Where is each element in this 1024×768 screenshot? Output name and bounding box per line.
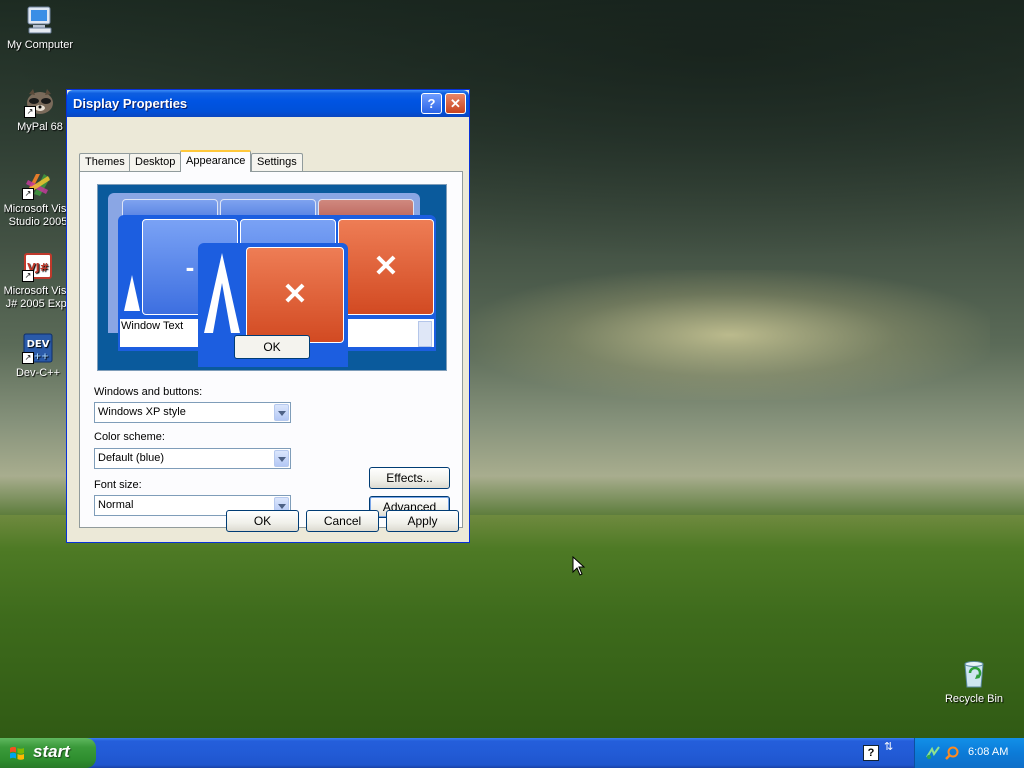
desktop-icon-label: My Computer — [6, 39, 74, 51]
chevron-down-icon[interactable] — [274, 404, 289, 421]
display-properties-window: Display Properties ? ✕ Themes Desktop Ap… — [66, 89, 470, 543]
color-scheme-value: Default (blue) — [98, 452, 165, 464]
chevron-down-icon[interactable] — [274, 450, 289, 467]
tab-themes[interactable]: Themes — [79, 153, 131, 171]
color-scheme-select[interactable]: Default (blue) — [94, 448, 291, 469]
windows-flag-icon — [10, 746, 24, 760]
vj-sharp-icon: VJ# ↗ — [22, 250, 54, 282]
preview-ok-button: OK — [234, 335, 310, 359]
tab-settings[interactable]: Settings — [251, 153, 303, 171]
preview-close-button: ✕ — [338, 219, 434, 315]
cancel-button[interactable]: Cancel — [306, 510, 379, 532]
dev-cpp-icon: DEV C++ ↗ — [22, 332, 54, 364]
taskbar: start ? ⇅ 6:08 AM — [0, 738, 1024, 768]
tab-desktop[interactable]: Desktop — [129, 153, 182, 171]
start-label: start — [33, 742, 70, 761]
search-icon[interactable] — [944, 745, 960, 761]
window-title: Display Properties — [73, 96, 188, 111]
ok-button[interactable]: OK — [226, 510, 299, 532]
windows-buttons-label: Windows and buttons: — [94, 386, 203, 398]
desktop-icon-recycle-bin[interactable]: Recycle Bin — [934, 658, 1014, 706]
clock[interactable]: 6:08 AM — [968, 746, 1008, 758]
help-tray-icon[interactable]: ? — [863, 745, 879, 761]
system-tray: 6:08 AM — [914, 738, 1024, 768]
start-button[interactable]: start — [0, 738, 96, 768]
shortcut-arrow-icon: ↗ — [22, 188, 34, 200]
wallpaper-sunlight — [470, 270, 990, 400]
tab-appearance[interactable]: Appearance — [180, 150, 252, 172]
wallpaper-field — [0, 515, 1024, 740]
effects-button[interactable]: Effects... — [369, 467, 450, 489]
desktop-icon-my-computer[interactable]: My Computer — [0, 4, 80, 52]
font-size-value: Normal — [98, 499, 134, 511]
preview-window-text: Window Text — [121, 320, 184, 332]
preview-caret-shape — [213, 283, 231, 333]
apply-button[interactable]: Apply — [386, 510, 459, 532]
appearance-panel: Window Text - ✕ ✕ OK Windows and buttons… — [79, 171, 463, 528]
svg-text:DEV: DEV — [27, 339, 50, 350]
shortcut-arrow-icon: ↗ — [22, 352, 34, 364]
help-button[interactable]: ? — [421, 93, 442, 114]
color-scheme-label: Color scheme: — [94, 431, 165, 443]
desktop-icon-label: Recycle Bin — [944, 693, 1004, 705]
shortcut-arrow-icon: ↗ — [24, 106, 36, 118]
window-titlebar[interactable]: Display Properties ? ✕ — [67, 90, 469, 117]
appearance-preview: Window Text - ✕ ✕ OK — [97, 184, 447, 371]
preview-scrollbar — [418, 321, 432, 347]
windows-buttons-select[interactable]: Windows XP style — [94, 402, 291, 423]
raccoon-icon: ↗ — [24, 86, 56, 118]
font-size-label: Font size: — [94, 479, 142, 491]
preview-caret-shape — [124, 275, 140, 311]
window-body: Themes Desktop Appearance Settings Windo… — [70, 117, 466, 540]
preview-message-close-button: ✕ — [246, 247, 344, 343]
shortcut-arrow-icon: ↗ — [22, 270, 34, 282]
mouse-cursor-icon — [572, 556, 586, 576]
recycle-bin-icon — [958, 658, 990, 690]
network-tray-icon[interactable]: ⇅ — [884, 742, 898, 761]
close-button[interactable]: ✕ — [445, 93, 466, 114]
preview-message-box: ✕ OK — [198, 243, 348, 367]
network-connection-icon[interactable] — [925, 745, 941, 761]
windows-buttons-value: Windows XP style — [98, 406, 186, 418]
visual-studio-icon: ↗ — [22, 168, 54, 200]
computer-icon — [24, 4, 56, 36]
